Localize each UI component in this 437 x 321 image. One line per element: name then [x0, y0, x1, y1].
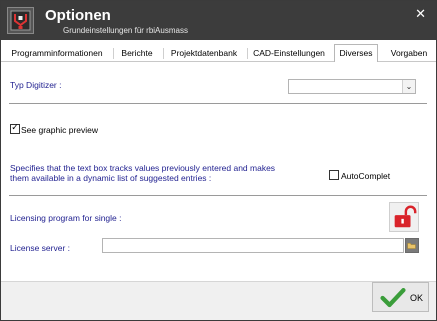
- autocomplete-label: AutoComplet: [341, 171, 391, 181]
- tab-separator: [113, 48, 114, 59]
- typ-digitizer-label: Typ Digitizer :: [10, 80, 62, 90]
- autocomplete-description-line1: Specifies that the text box tracks value…: [10, 163, 276, 173]
- tab-berichte[interactable]: Berichte: [115, 46, 159, 62]
- typ-digitizer-select[interactable]: ⌄: [288, 79, 416, 94]
- options-dialog: Optionen Grundeinstellungen für rbiAusma…: [0, 0, 437, 321]
- chevron-down-icon[interactable]: ⌄: [402, 80, 415, 93]
- autocomplete-checkbox[interactable]: [329, 170, 339, 180]
- licensing-label: Licensing program for single :: [10, 213, 122, 223]
- license-server-input[interactable]: [102, 238, 404, 253]
- unlocked-padlock-icon: [394, 205, 417, 228]
- see-graphic-preview-checkbox[interactable]: ✓: [10, 123, 20, 134]
- dialog-footer: OK: [1, 281, 436, 320]
- window-title: Optionen: [45, 7, 111, 24]
- see-graphic-preview-label: See graphic preview: [21, 125, 99, 135]
- divider: [9, 103, 427, 104]
- checkmark-icon: ✓: [11, 123, 19, 133]
- title-bar: Optionen Grundeinstellungen für rbiAusma…: [1, 1, 436, 40]
- autocomplete-description-line2: them available in a dynamic list of sugg…: [10, 173, 212, 183]
- close-icon[interactable]: ✕: [415, 7, 426, 22]
- tab-vorgaben[interactable]: Vorgaben: [384, 46, 434, 62]
- ok-button[interactable]: OK: [372, 282, 429, 312]
- tab-cad-einstellungen[interactable]: CAD-Einstellungen: [249, 46, 329, 62]
- tab-projektdatenbank[interactable]: Projektdatenbank: [165, 46, 243, 62]
- license-server-label: License server :: [10, 243, 70, 253]
- ok-button-label: OK: [410, 293, 424, 303]
- app-logo-icon: [7, 7, 34, 34]
- folder-icon: [407, 243, 416, 249]
- license-lock-button[interactable]: [389, 202, 419, 232]
- browse-folder-button[interactable]: [405, 238, 419, 253]
- tab-diverses[interactable]: Diverses: [334, 44, 378, 62]
- tab-strip: Programminformationen Berichte Projektda…: [1, 44, 436, 62]
- diverses-panel: Typ Digitizer : ⌄ ✓ See graphic preview …: [1, 63, 436, 281]
- tab-separator: [163, 48, 164, 59]
- tab-separator: [247, 48, 248, 59]
- green-checkmark-icon: [380, 288, 406, 308]
- divider: [9, 195, 427, 196]
- tab-programminformationen[interactable]: Programminformationen: [5, 46, 109, 62]
- window-subtitle: Grundeinstellungen für rbiAusmass: [63, 26, 188, 35]
